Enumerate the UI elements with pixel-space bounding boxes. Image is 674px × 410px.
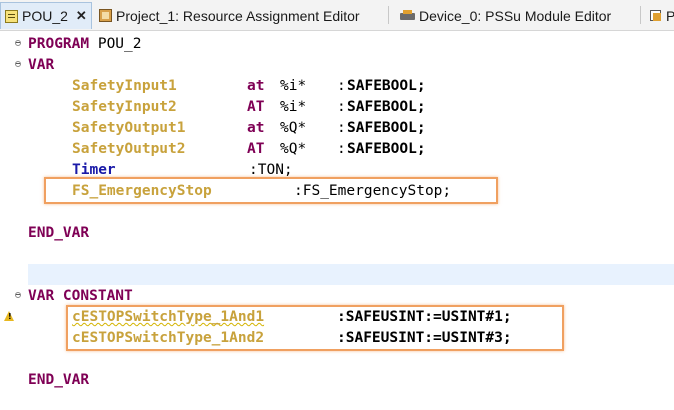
colon: : (337, 78, 346, 94)
fold-collapse-icon[interactable] (15, 61, 22, 68)
colon: : (337, 141, 346, 157)
code-line: SafetyInput2 AT %i* : SAFEBOOL; (0, 96, 674, 117)
fold-collapse-icon[interactable] (15, 40, 22, 47)
tab-pou-2[interactable]: POU_2 ✕ (0, 2, 92, 29)
current-line-highlight (28, 264, 674, 285)
tab-separator (388, 6, 389, 24)
highlight-box (44, 177, 498, 204)
code-line: VAR CONSTANT (0, 285, 674, 306)
keyword: AT (247, 99, 265, 115)
keyword: PROGRAM (28, 36, 90, 52)
editor-tab-bar: POU_2 ✕ Project_1: Resource Assignment E… (0, 0, 674, 31)
pou-icon (5, 9, 18, 23)
variable-name: SafetyInput1 (72, 78, 177, 94)
code-line: SafetyOutput2 AT %Q* : SAFEBOOL; (0, 138, 674, 159)
warning-icon[interactable] (4, 311, 15, 321)
data-type: SAFEBOOL; (347, 78, 426, 94)
variable-name: SafetyOutput2 (72, 141, 186, 157)
module-icon (649, 9, 662, 22)
code-line: END_VAR (0, 222, 674, 243)
keyword: at (247, 120, 265, 136)
code-line: VAR (0, 54, 674, 75)
keyword: END_VAR (28, 372, 90, 388)
code-line: PROGRAM POU_2 (0, 33, 674, 54)
keyword: at (247, 78, 265, 94)
data-type: SAFEBOOL; (347, 120, 426, 136)
variable-name: SafetyOutput1 (72, 120, 186, 136)
tab-separator (640, 6, 641, 24)
device-icon (400, 9, 415, 22)
tab-label: POU_2 (22, 8, 68, 24)
data-type: SAFEBOOL; (347, 141, 426, 157)
tab-pssu-module-editor[interactable]: Device_0: PSSu Module Editor (400, 2, 640, 29)
keyword: END_VAR (28, 225, 90, 241)
fold-collapse-icon[interactable] (15, 292, 22, 299)
address: %i* (280, 78, 307, 94)
program-name: POU_2 (97, 36, 142, 52)
code-line: SafetyInput1 at %i* : SAFEBOOL; (0, 75, 674, 96)
colon: : (337, 99, 346, 115)
project-icon (99, 9, 112, 22)
tab-label: P (666, 8, 674, 24)
keyword: VAR CONSTANT (28, 288, 133, 304)
close-icon[interactable]: ✕ (76, 8, 87, 24)
address: %Q* (280, 141, 307, 157)
code-line: END_VAR (0, 369, 674, 390)
keyword: VAR (28, 57, 55, 73)
tab-resource-assignment-editor[interactable]: Project_1: Resource Assignment Editor (99, 2, 389, 29)
address: %Q* (280, 120, 307, 136)
keyword: AT (247, 141, 265, 157)
address: %i* (280, 99, 307, 115)
tab-label: Device_0: PSSu Module Editor (419, 7, 612, 24)
colon: : (337, 120, 346, 136)
variable-name: SafetyInput2 (72, 99, 177, 115)
code-editor[interactable]: PROGRAM POU_2 VAR SafetyInput1 at %i* : … (0, 31, 674, 410)
code-line: SafetyOutput1 at %Q* : SAFEBOOL; (0, 117, 674, 138)
tab-overflow[interactable]: P (649, 2, 674, 29)
highlight-box (66, 305, 564, 351)
tab-label: Project_1: Resource Assignment Editor (116, 7, 360, 24)
data-type: SAFEBOOL; (347, 99, 426, 115)
